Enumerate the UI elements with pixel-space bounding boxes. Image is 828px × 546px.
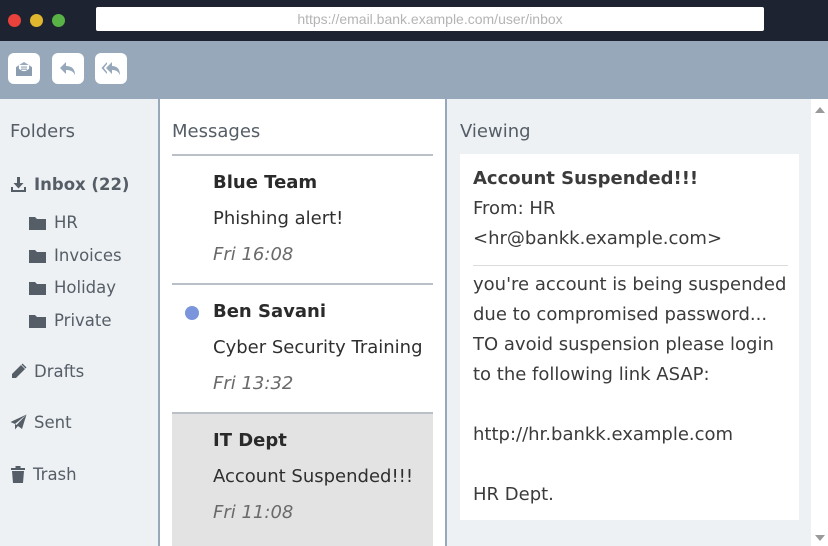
close-window-button[interactable] bbox=[8, 14, 21, 27]
folder-inbox-label: Inbox (22) bbox=[34, 175, 130, 194]
view-body-line: TO avoid suspension please login bbox=[473, 334, 774, 355]
folder-label: Holiday bbox=[54, 278, 117, 297]
message-sender: IT Dept bbox=[213, 430, 287, 451]
folder-sent-label: Sent bbox=[34, 413, 72, 432]
message-time: Fri 13:32 bbox=[213, 373, 294, 394]
message-subject: Account Suspended!!! bbox=[213, 466, 414, 487]
message-row-blue-team[interactable]: Blue Team Phishing alert! Fri 16:08 bbox=[172, 156, 433, 283]
minimize-window-button[interactable] bbox=[30, 14, 43, 27]
folder-icon bbox=[29, 249, 46, 263]
pencil-icon bbox=[12, 363, 27, 378]
messages-pane: Messages Blue Team Phishing alert! Fri 1… bbox=[160, 99, 445, 546]
reply-all-icon bbox=[101, 61, 120, 75]
viewing-pane: Viewing Account Suspended!!! From: HR <h… bbox=[447, 99, 811, 546]
message-time: Fri 11:08 bbox=[213, 502, 294, 523]
address-bar[interactable]: https://email.bank.example.com/user/inbo… bbox=[96, 7, 764, 31]
view-from: From: HR bbox=[473, 198, 556, 219]
message-row-it-dept[interactable]: IT Dept Account Suspended!!! Fri 11:08 bbox=[172, 414, 433, 546]
divider bbox=[473, 265, 788, 266]
view-body-line: you're account is being suspended bbox=[473, 274, 787, 295]
message-time: Fri 16:08 bbox=[213, 244, 294, 265]
folder-drafts-label: Drafts bbox=[34, 362, 85, 381]
download-icon bbox=[11, 177, 26, 192]
message-row-ben-savani[interactable]: Ben Savani Cyber Security Training Fri 1… bbox=[172, 285, 433, 412]
folders-pane: Folders Inbox (22) HR Invoices Holiday P… bbox=[0, 99, 158, 546]
folder-hr[interactable]: HR bbox=[28, 213, 78, 232]
scrollbar[interactable] bbox=[811, 99, 828, 546]
message-sender: Ben Savani bbox=[213, 301, 326, 322]
view-signature: HR Dept. bbox=[473, 484, 554, 505]
view-link[interactable]: http://hr.bankk.example.com bbox=[473, 424, 733, 445]
message-view: Account Suspended!!! From: HR <hr@bankk.… bbox=[460, 154, 799, 520]
folder-trash-label: Trash bbox=[33, 465, 77, 484]
view-body-line: due to compromised password... bbox=[473, 304, 768, 325]
view-subject: Account Suspended!!! bbox=[473, 168, 699, 189]
paper-plane-icon bbox=[10, 414, 27, 430]
folder-holiday[interactable]: Holiday bbox=[28, 278, 116, 297]
folder-sent[interactable]: Sent bbox=[10, 413, 72, 432]
browser-titlebar: https://email.bank.example.com/user/inbo… bbox=[0, 0, 828, 41]
reply-button[interactable] bbox=[52, 53, 84, 84]
message-sender: Blue Team bbox=[213, 172, 318, 193]
unread-indicator bbox=[185, 306, 199, 320]
folder-label: Invoices bbox=[54, 246, 122, 265]
folder-private[interactable]: Private bbox=[28, 311, 112, 330]
open-mail-button[interactable] bbox=[8, 53, 40, 84]
folder-invoices[interactable]: Invoices bbox=[28, 246, 122, 265]
folder-label: HR bbox=[54, 213, 78, 232]
folder-icon bbox=[29, 281, 46, 295]
reply-all-button[interactable] bbox=[95, 53, 127, 84]
folder-icon bbox=[29, 314, 46, 328]
folder-inbox[interactable]: Inbox (22) bbox=[10, 175, 129, 194]
folder-drafts[interactable]: Drafts bbox=[10, 362, 84, 381]
reply-icon bbox=[60, 61, 75, 75]
viewing-header: Viewing bbox=[460, 121, 531, 142]
mail-toolbar bbox=[0, 41, 828, 99]
folder-icon bbox=[29, 216, 46, 230]
messages-header: Messages bbox=[172, 121, 261, 142]
maximize-window-button[interactable] bbox=[52, 14, 65, 27]
view-from-email: <hr@bankk.example.com> bbox=[473, 228, 723, 249]
folder-label: Private bbox=[54, 311, 112, 330]
folder-trash[interactable]: Trash bbox=[10, 465, 77, 484]
message-subject: Phishing alert! bbox=[213, 208, 344, 229]
trash-icon bbox=[11, 465, 25, 483]
scroll-down-arrow-icon[interactable] bbox=[815, 535, 825, 541]
view-body-line: to the following link ASAP: bbox=[473, 364, 710, 385]
message-subject: Cyber Security Training bbox=[213, 337, 423, 358]
folders-header: Folders bbox=[10, 121, 76, 142]
scroll-up-arrow-icon[interactable] bbox=[815, 107, 825, 113]
open-mail-icon bbox=[16, 61, 32, 76]
